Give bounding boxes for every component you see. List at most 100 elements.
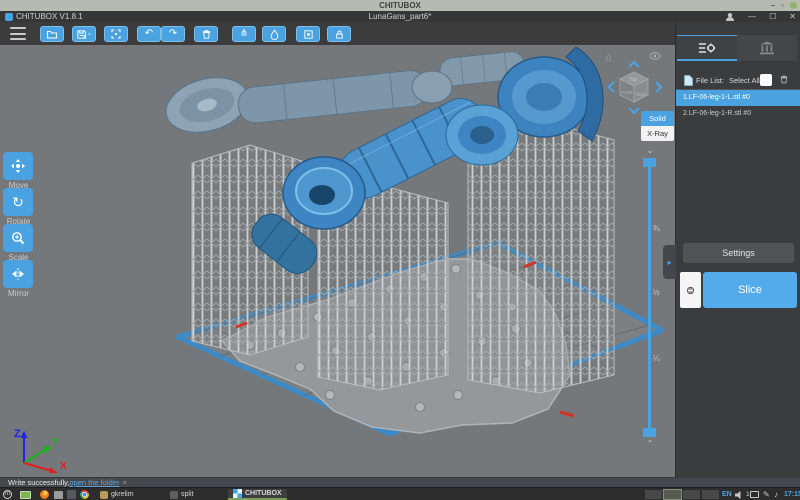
firefox-icon[interactable] [40, 489, 49, 500]
settings-button[interactable]: Settings [683, 243, 794, 263]
os-titlebar: CHITUBOX – ▫ [0, 0, 800, 11]
slider-label-half: ½ [653, 288, 660, 297]
file-list-item-2[interactable]: 2.LF-06-leg-1-R.stl #0 [676, 106, 800, 122]
status-bar: Write successfully,open the folder× [0, 477, 800, 487]
axis-z-label: Z [14, 428, 21, 440]
scale-tool-button[interactable] [3, 224, 33, 252]
rotate-left-arrow-icon[interactable] [609, 82, 614, 92]
workspace-3[interactable] [683, 490, 700, 499]
slice-option-button[interactable] [680, 272, 701, 308]
os-taskbar: m gkrelim split CHITUBOX EN 1 [0, 487, 800, 500]
rotate-icon: ↻ [12, 194, 24, 211]
main-toolbar: ⌄ ↶ ↷ ⋔ [0, 22, 675, 45]
viewport-3d-scene[interactable] [0, 45, 675, 477]
gkrellm-icon [100, 491, 108, 499]
status-message: Write successfully, [8, 478, 69, 487]
layer-slider-handle-top[interactable] [643, 158, 656, 167]
collapse-arrow-icon: ▸ [667, 258, 671, 267]
workspace-2[interactable] [664, 490, 681, 499]
status-dismiss-icon[interactable]: × [122, 478, 126, 487]
app-minimize-button[interactable]: — [748, 11, 756, 22]
workspace-1[interactable] [645, 490, 662, 499]
home-view-icon[interactable]: ⌂ [605, 52, 612, 64]
workspace-4[interactable] [702, 490, 719, 499]
show-desktop-icon[interactable] [20, 489, 31, 500]
display-tray-icon[interactable] [750, 489, 759, 500]
rotate-up-arrow-icon[interactable] [629, 62, 639, 67]
os-restore-button[interactable]: ▫ [781, 0, 784, 11]
dig-hole-button[interactable] [296, 26, 320, 42]
os-close-button[interactable] [790, 2, 797, 9]
slider-top-chevron-icon[interactable]: ⌄ [641, 146, 659, 155]
layer-slider-handle-bottom[interactable] [643, 428, 656, 437]
clock[interactable]: 17:15 [784, 489, 800, 500]
app-close-button[interactable]: ✕ [789, 11, 796, 22]
workspace-switcher[interactable] [645, 489, 719, 500]
viewport[interactable]: Move ↻ Rotate Scale [0, 45, 675, 477]
open-folder-link[interactable]: open the folder [69, 478, 119, 487]
app-maximize-button[interactable]: ☐ [769, 11, 776, 22]
support-button[interactable]: ⋔ [232, 26, 256, 42]
hollow-button[interactable] [262, 26, 286, 42]
chitubox-task-icon [233, 489, 242, 498]
cube-face-top[interactable]: Top [629, 77, 637, 83]
tab-file-settings[interactable] [677, 35, 737, 61]
mirror-tool-label: Mirror [0, 289, 37, 298]
eye-icon[interactable] [650, 53, 660, 59]
document-title: LunaGans_part6* [0, 11, 800, 22]
trash-icon[interactable] [779, 74, 789, 85]
rotate-tool-button[interactable]: ↻ [3, 188, 33, 216]
os-minimize-button[interactable]: – [771, 0, 775, 11]
file-list-label: File List: [696, 76, 724, 85]
select-all-checkbox[interactable] [760, 74, 772, 86]
view-mode-solid-button[interactable]: Solid [641, 111, 674, 126]
user-account-icon[interactable] [725, 12, 735, 22]
axis-x-label: X [60, 461, 67, 472]
panel-collapse-handle[interactable]: ▸ [663, 245, 676, 279]
volume-icon[interactable]: 1 [735, 489, 750, 500]
redo-button[interactable]: ↷ [161, 26, 185, 42]
axis-gizmo: Z Y X [10, 423, 70, 473]
machine-library-icon [758, 41, 776, 55]
move-tool-button[interactable] [3, 152, 33, 180]
mirror-tool-button[interactable] [3, 260, 33, 288]
file-list-header: File List: Select All [676, 72, 800, 89]
panel-tabs [677, 35, 800, 61]
delete-button[interactable] [194, 26, 218, 42]
mirror-icon [10, 266, 26, 282]
select-all-label: Select All [729, 76, 760, 85]
task-item-chitubox[interactable]: CHITUBOX [228, 489, 287, 500]
task-item-split[interactable]: split [170, 489, 193, 500]
slider-bottom-chevron-icon[interactable]: ⌃ [641, 439, 659, 448]
file-list-settings-icon [698, 41, 716, 55]
axis-y-label: Y [52, 437, 59, 448]
lock-button[interactable] [327, 26, 351, 42]
notes-tray-icon[interactable]: ✎ [763, 489, 770, 500]
save-dropdown-caret-icon[interactable]: ⌄ [87, 27, 92, 41]
open-file-button[interactable] [40, 26, 64, 42]
menu-hamburger-icon[interactable] [10, 27, 26, 40]
task-item-gkrellm[interactable]: gkrelim [100, 489, 134, 500]
slider-label-三quarter: ¾ [653, 224, 660, 233]
view-mode-xray-button[interactable]: X-Ray [641, 126, 674, 141]
undo-button[interactable]: ↶ [137, 26, 161, 42]
tab-machine-library[interactable] [737, 35, 797, 61]
auto-arrange-button[interactable] [104, 26, 128, 42]
app-titlebar: CHITUBOX V1.8.1 LunaGans_part6* — ☐ ✕ [0, 11, 800, 22]
files-app-icon[interactable] [67, 489, 76, 500]
model-part-right-leg[interactable] [160, 47, 603, 141]
window-app-icon[interactable] [54, 489, 63, 500]
mint-menu-button[interactable]: m [3, 489, 12, 500]
rotate-right-arrow-icon[interactable] [656, 82, 661, 92]
chrome-icon[interactable] [80, 489, 89, 500]
keyboard-layout-indicator[interactable]: EN [722, 489, 732, 500]
slice-option-icon [686, 286, 695, 295]
file-list-item-1[interactable]: 1.LF-06-leg-1-L.stl #0 [676, 90, 800, 106]
rotate-down-arrow-icon[interactable] [629, 108, 639, 113]
save-button[interactable]: ⌄ [72, 26, 96, 42]
slice-button[interactable]: Slice [703, 272, 797, 308]
layer-slider-track[interactable] [648, 162, 651, 436]
media-tray-icon[interactable]: ♪ [774, 489, 778, 500]
cube-face-front[interactable]: Front [622, 90, 633, 95]
cube-face-right[interactable]: Right [636, 92, 647, 97]
